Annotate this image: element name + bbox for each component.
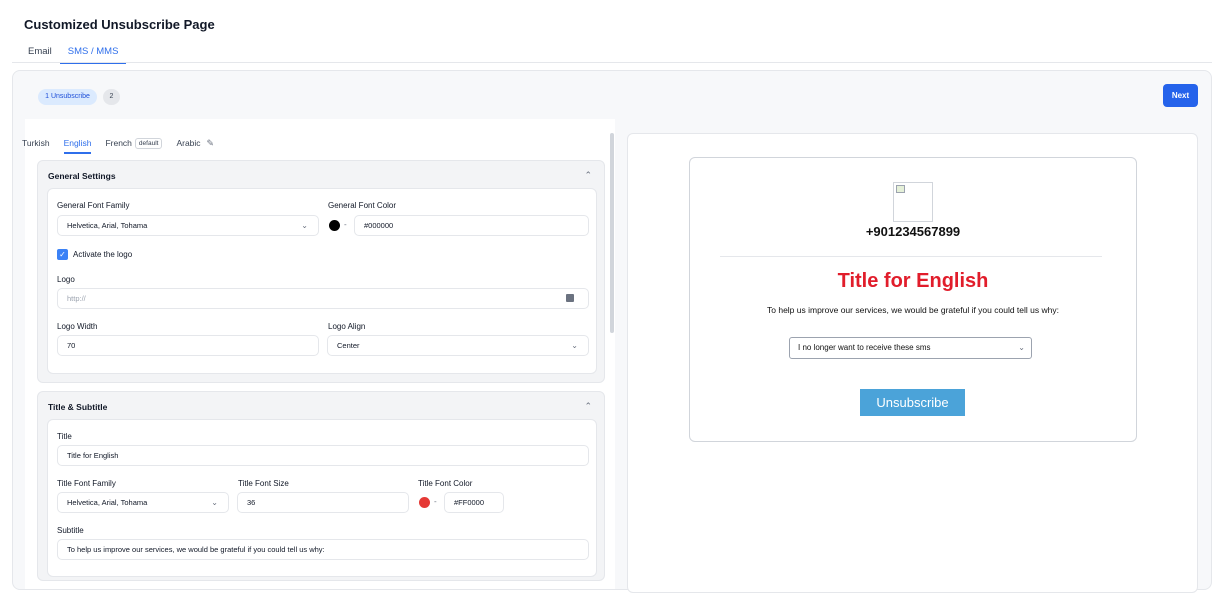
preview-subtitle: To help us improve our services, we woul… <box>767 305 1059 315</box>
section-heading[interactable]: General Settings <box>48 171 116 181</box>
chevron-down-icon: ⌄ <box>211 498 218 507</box>
preview-phone: +901234567899 <box>865 224 961 239</box>
chevron-up-icon[interactable]: ⌃ <box>584 401 592 412</box>
activate-logo-label: Activate the logo <box>73 250 133 259</box>
font-color-input[interactable]: #000000 <box>354 215 589 236</box>
font-family-label: General Font Family <box>57 201 130 210</box>
tab-label: French <box>105 138 132 148</box>
dash-icon: - <box>434 497 437 506</box>
logo-width-label: Logo Width <box>57 322 98 331</box>
pencil-icon[interactable]: ✎ <box>207 138 215 149</box>
logo-url-input[interactable]: http:// <box>57 288 589 309</box>
select-value: Center <box>337 341 360 350</box>
scrollbar[interactable] <box>610 133 614 333</box>
title-font-size-input[interactable]: 36 <box>237 492 409 513</box>
color-swatch[interactable] <box>419 497 430 508</box>
font-color-label: General Font Color <box>328 201 397 210</box>
title-subtitle-section: Title & Subtitle ⌃ Title Title for Engli… <box>37 391 605 581</box>
tab-sms-mms[interactable]: SMS / MMS <box>59 40 127 64</box>
title-input[interactable]: Title for English <box>57 445 589 466</box>
page-title: Customized Unsubscribe Page <box>24 17 215 32</box>
preview-title: Title for English <box>837 270 989 292</box>
tab-turkish[interactable]: Turkish <box>22 138 50 154</box>
general-settings-body: General Font Family Helvetica, Arial, To… <box>47 188 597 374</box>
subtitle-label: Subtitle <box>57 526 84 535</box>
logo-width-input[interactable]: 70 <box>57 335 319 356</box>
title-font-color-input[interactable]: #FF0000 <box>444 492 504 513</box>
header: Customized Unsubscribe Page Email SMS / … <box>0 0 1218 64</box>
title-font-size-label: Title Font Size <box>238 479 289 488</box>
section-heading[interactable]: Title & Subtitle <box>48 402 107 412</box>
general-settings-section: General Settings ⌃ General Font Family H… <box>37 160 605 383</box>
tab-label: Arabic <box>176 138 201 148</box>
activate-logo-checkbox[interactable]: ✓ <box>57 249 68 260</box>
color-swatch[interactable] <box>329 220 340 231</box>
title-label: Title <box>57 432 72 441</box>
tab-label: Turkish <box>22 138 50 148</box>
select-value: I no longer want to receive these sms <box>798 343 931 352</box>
image-icon[interactable] <box>566 294 574 302</box>
logo-align-label: Logo Align <box>328 322 366 331</box>
chevron-up-icon[interactable]: ⌃ <box>584 170 592 181</box>
step-unsubscribe[interactable]: 1 Unsubscribe <box>38 89 97 105</box>
tab-french[interactable]: French default <box>105 137 163 155</box>
logo-align-select[interactable]: Center ⌄ <box>327 335 589 356</box>
subtitle-input[interactable]: To help us improve our services, we woul… <box>57 539 589 560</box>
select-value: Helvetica, Arial, Tohama <box>67 498 148 507</box>
tab-arabic[interactable]: Arabic ✎ <box>176 138 214 155</box>
divider <box>720 256 1102 257</box>
logo-image <box>893 182 933 222</box>
font-family-select[interactable]: Helvetica, Arial, Tohama ⌄ <box>57 215 319 236</box>
title-font-color-label: Title Font Color <box>418 479 473 488</box>
title-font-family-select[interactable]: Helvetica, Arial, Tohama ⌄ <box>57 492 229 513</box>
unsubscribe-button[interactable]: Unsubscribe <box>860 389 965 416</box>
chevron-down-icon: ⌄ <box>301 221 308 230</box>
step-2[interactable]: 2 <box>103 89 120 105</box>
chevron-down-icon: ⌄ <box>1018 343 1025 352</box>
tab-email[interactable]: Email <box>20 40 60 64</box>
divider <box>12 62 1212 63</box>
channel-tabs: Email SMS / MMS <box>20 40 127 64</box>
logo-label: Logo <box>57 275 75 284</box>
tab-label: English <box>63 138 92 148</box>
broken-image-icon <box>896 185 905 193</box>
language-tabs: Turkish English French default Arabic ✎ <box>22 135 228 157</box>
stepper: 1 Unsubscribe 2 Next <box>13 71 1211 121</box>
next-button[interactable]: Next <box>1163 84 1198 107</box>
title-font-family-label: Title Font Family <box>57 479 116 488</box>
tab-english[interactable]: English <box>63 138 92 154</box>
title-subtitle-body: Title Title for English Title Font Famil… <box>47 419 597 577</box>
dash-icon: - <box>344 220 347 229</box>
default-badge: default <box>134 137 163 149</box>
chevron-down-icon: ⌄ <box>571 341 578 350</box>
select-value: Helvetica, Arial, Tohama <box>67 221 148 230</box>
reason-select[interactable]: I no longer want to receive these sms ⌄ <box>789 337 1032 359</box>
